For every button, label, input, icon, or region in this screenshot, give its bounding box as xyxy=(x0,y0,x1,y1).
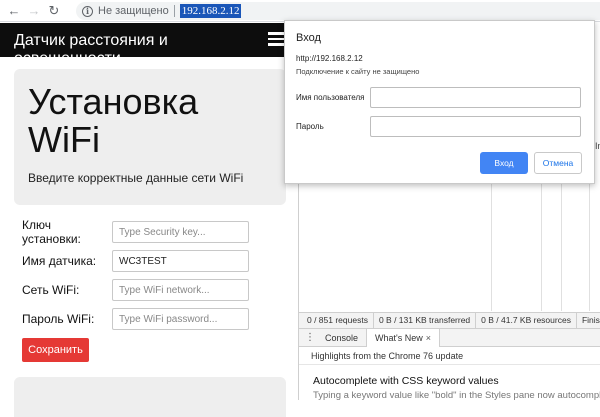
reload-icon[interactable]: ↻ xyxy=(44,0,64,22)
hamburger-menu-icon[interactable] xyxy=(268,32,284,46)
username-label: Имя пользователя xyxy=(296,93,365,102)
cancel-button[interactable]: Отмена xyxy=(534,152,582,174)
dialog-security-note: Подключение к сайту не защищено xyxy=(296,67,420,76)
feature-title[interactable]: Autocomplete with CSS keyword values xyxy=(313,375,499,387)
sensor-name-input[interactable] xyxy=(112,250,249,272)
form-row-wifi-password: Пароль WiFi: xyxy=(22,308,292,330)
save-button[interactable]: Сохранить xyxy=(22,338,89,362)
site-title: Датчик расстояния и освещенности xyxy=(14,32,168,57)
dialog-title: Вход xyxy=(296,32,321,44)
login-button[interactable]: Вход xyxy=(480,152,528,174)
wifi-network-label: Сеть WiFi: xyxy=(22,283,80,297)
forward-icon[interactable]: → xyxy=(24,0,44,22)
password-input[interactable] xyxy=(370,116,581,137)
waterfall-label: In xyxy=(595,141,600,151)
close-icon[interactable]: × xyxy=(426,333,431,343)
password-label: Пароль xyxy=(296,122,324,131)
transferred-size: 0 B / 131 KB transferred xyxy=(374,313,477,328)
wifi-password-label: Пароль WiFi: xyxy=(22,312,95,326)
wifi-password-input[interactable] xyxy=(112,308,249,330)
browser-toolbar: ← → ↻ i Не защищено 192.168.2.12 xyxy=(0,0,600,22)
address-bar[interactable]: i Не защищено 192.168.2.12 xyxy=(76,2,600,20)
sensor-name-label: Имя датчика: xyxy=(22,254,97,268)
drawer-tabbar: ⋮ Console What's New × xyxy=(299,328,600,347)
security-status[interactable]: Не защищено xyxy=(98,5,169,17)
info-icon[interactable]: i xyxy=(82,5,93,17)
website-viewport: Датчик расстояния и освещенности Установ… xyxy=(0,23,298,417)
hero-card: Установка WiFi Введите корректные данные… xyxy=(14,69,286,205)
network-status-bar: 0 / 851 requests 0 B / 131 KB transferre… xyxy=(299,312,600,329)
form-row-sensor-name: Имя датчика: xyxy=(22,250,292,272)
page-title: Установка WiFi xyxy=(28,81,199,160)
url-text[interactable]: 192.168.2.12 xyxy=(179,4,242,18)
page-subtitle: Введите корректные данные сети WiFi xyxy=(28,171,244,185)
resources-size: 0 B / 41.7 KB resources xyxy=(476,313,577,328)
finish-time: Finish: 3 xyxy=(577,313,600,328)
security-key-input[interactable] xyxy=(112,221,249,243)
back-icon[interactable]: ← xyxy=(4,0,24,22)
auth-dialog: Вход http://192.168.2.12 Подключение к с… xyxy=(284,20,595,184)
dialog-url: http://192.168.2.12 xyxy=(296,54,363,63)
whats-new-header: Highlights from the Chrome 76 update xyxy=(299,348,600,365)
feature-description: Typing a keyword value like "bold" in th… xyxy=(313,390,600,401)
tab-whats-new-label: What's New xyxy=(375,332,423,343)
bottom-card xyxy=(14,377,286,417)
requests-count: 0 / 851 requests xyxy=(299,313,374,328)
drawer-menu-icon[interactable]: ⋮ xyxy=(303,332,317,343)
form-row-security-key: Ключ установки: xyxy=(22,218,292,246)
omnibox-separator xyxy=(173,5,175,17)
site-header: Датчик расстояния и освещенности xyxy=(0,23,298,57)
username-input[interactable] xyxy=(370,87,581,108)
tab-whats-new[interactable]: What's New × xyxy=(366,328,441,347)
wifi-network-input[interactable] xyxy=(112,279,249,301)
security-key-label: Ключ установки: xyxy=(22,218,81,246)
tab-console[interactable]: Console xyxy=(317,329,366,347)
form-row-wifi-network: Сеть WiFi: xyxy=(22,279,292,301)
